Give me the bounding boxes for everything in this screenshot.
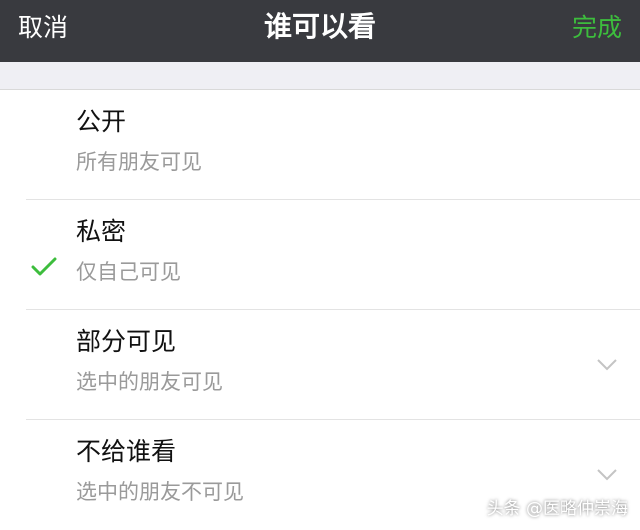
option-partial-visible[interactable]: 部分可见 选中的朋友可见 [0,310,640,420]
option-title: 公开 [76,107,127,136]
option-title: 部分可见 [76,327,177,356]
chevron-down-icon[interactable] [596,358,618,372]
visibility-options-list: 公开 所有朋友可见 私密 仅自己可见 部分可见 选中的朋友可见 不给谁看 选中的… [0,90,640,530]
option-subtitle: 选中的朋友不可见 [76,480,244,504]
nav-bar: 取消 谁可以看 完成 [0,0,640,62]
option-public[interactable]: 公开 所有朋友可见 [0,90,640,200]
chevron-down-icon[interactable] [596,468,618,482]
option-title: 私密 [76,217,127,246]
option-private[interactable]: 私密 仅自己可见 [0,200,640,310]
watermark: 头条 @医略仲崇海 [486,499,628,519]
page-title: 谁可以看 [263,10,376,43]
option-subtitle: 选中的朋友可见 [76,370,223,394]
section-spacer [0,62,640,90]
option-title: 不给谁看 [76,437,177,466]
option-subtitle: 所有朋友可见 [76,150,202,174]
done-button[interactable]: 完成 [572,13,622,43]
option-subtitle: 仅自己可见 [76,260,181,284]
checkmark-icon [31,257,57,276]
